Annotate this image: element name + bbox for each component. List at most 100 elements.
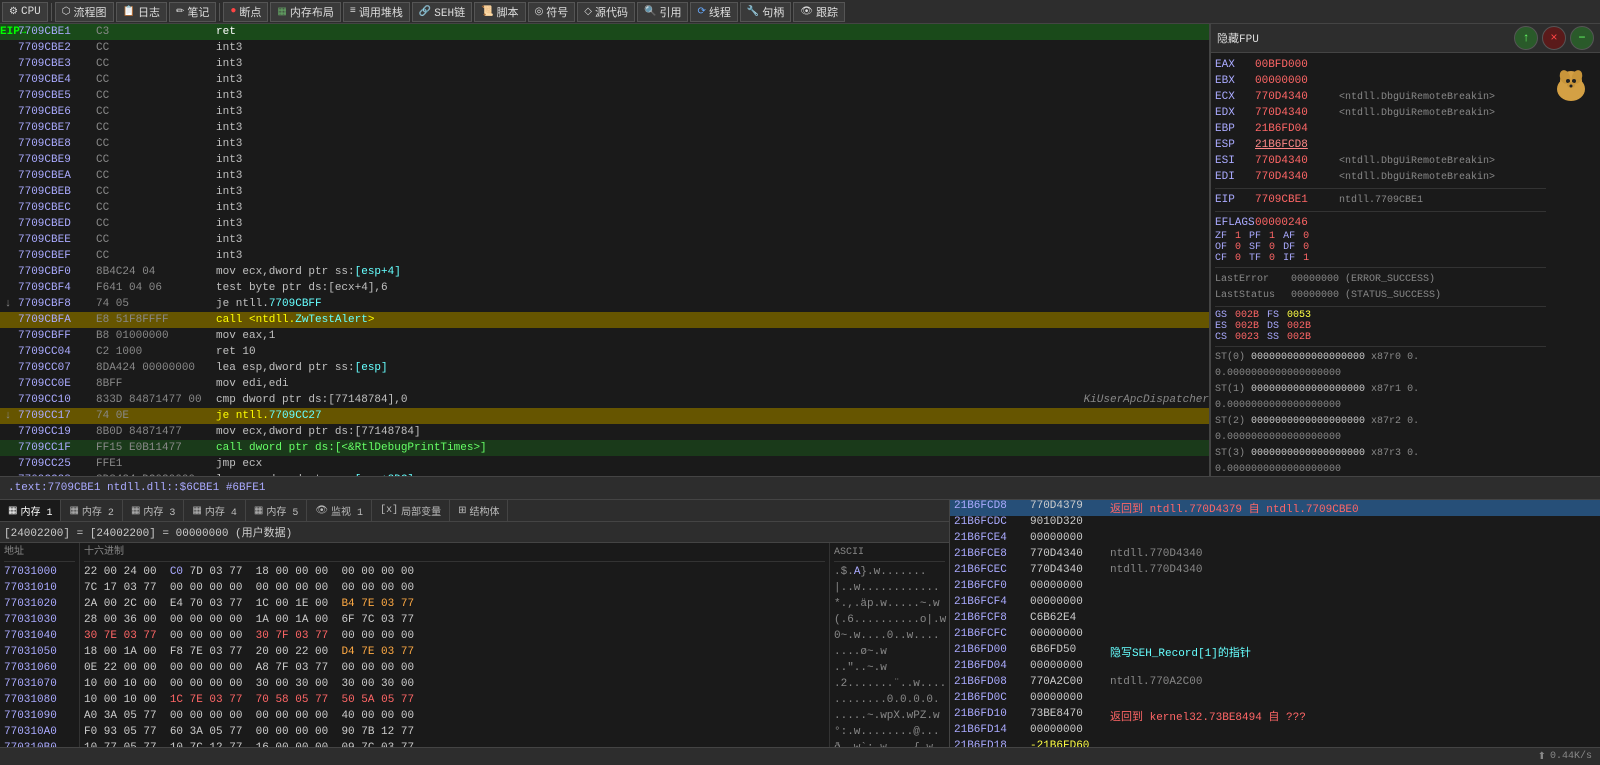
reg-sep-3 (1215, 267, 1546, 268)
mem-addr-0[interactable]: 77031000 (4, 564, 75, 580)
disasm-row-22[interactable]: 7709CC0E 8BFF mov edi,edi (0, 376, 1209, 392)
reg-close-btn[interactable]: × (1542, 26, 1566, 50)
disasm-row-10[interactable]: 7709CBEB CC int3 (0, 184, 1209, 200)
tb-callstack[interactable]: ≡ 调用堆栈 (343, 2, 410, 22)
tb-source[interactable]: ◇ 源代码 (577, 2, 635, 22)
disasm-row-28[interactable]: 7709CC28 8D8424 DC020000 lea eax,dword p… (0, 472, 1209, 476)
reg-val-esp[interactable]: 21B6FCD8 (1255, 139, 1335, 151)
stack-row-highlight[interactable]: 21B6FCD8 770D4379 返回到 ntdll.770D4379 自 n… (950, 500, 1600, 516)
disasm-row-21[interactable]: 7709CC07 8DA424 00000000 lea esp,dword p… (0, 360, 1209, 376)
disasm-row-18[interactable]: 7709CBFA E8 51F8FFFF call <ntdll.ZwTestA… (0, 312, 1209, 328)
stack-row-6[interactable]: 21B6FCF4 00000000 (950, 596, 1600, 612)
disasm-row-2[interactable]: 7709CBE3 CC int3 (0, 56, 1209, 72)
mem-tab-locals[interactable]: [x] 局部变量 (372, 500, 450, 521)
tb-script[interactable]: 📜 脚本 (474, 2, 525, 22)
mem-addr-1[interactable]: 77031010 (4, 580, 75, 596)
mem-tab-4[interactable]: ▦ 内存 4 (184, 500, 245, 521)
tb-notes[interactable]: ✏ 笔记 (169, 2, 216, 22)
stack-row-4[interactable]: 21B6FCEC 770D4340 ntdll.770D4340 (950, 564, 1600, 580)
mem-addr-6[interactable]: 77031060 (4, 660, 75, 676)
mem-tab-2[interactable]: ▦ 内存 2 (61, 500, 122, 521)
mem-addr-10[interactable]: 770310A0 (4, 724, 75, 740)
disasm-row-1[interactable]: 7709CBE2 CC int3 (0, 40, 1209, 56)
disasm-row-15[interactable]: 7709CBF0 8B4C24 04 mov ecx,dword ptr ss:… (0, 264, 1209, 280)
reg-val-edi[interactable]: 770D4340 (1255, 171, 1335, 183)
reg-val-eflags[interactable]: 00000246 (1255, 217, 1335, 229)
disasm-row-8[interactable]: 7709CBE9 CC int3 (0, 152, 1209, 168)
disasm-row-3[interactable]: 7709CBE4 CC int3 (0, 72, 1209, 88)
disasm-row-12[interactable]: 7709CBED CC int3 (0, 216, 1209, 232)
stack-row-9[interactable]: 21B6FD00 6B6FD50 隐写SEH_Record[1]的指针 (950, 644, 1600, 660)
stack-row-5[interactable]: 21B6FCF0 00000000 (950, 580, 1600, 596)
disasm-row-4[interactable]: 7709CBE5 CC int3 (0, 88, 1209, 104)
disasm-row-11[interactable]: 7709CBEC CC int3 (0, 200, 1209, 216)
reg-val-ecx[interactable]: 770D4340 (1255, 91, 1335, 103)
stack-row-8[interactable]: 21B6FCFC 00000000 (950, 628, 1600, 644)
mem-addr-8[interactable]: 77031080 (4, 692, 75, 708)
disasm-row-24[interactable]: ↓ 7709CC17 74 0E je ntll.7709CC27 (0, 408, 1209, 424)
tb-memory-layout[interactable]: ▦ 内存布局 (270, 2, 340, 22)
mem-addr-col: 地址 77031000 77031010 77031020 77031030 7… (0, 543, 80, 747)
reg-val-eax[interactable]: 00BFD000 (1255, 59, 1335, 71)
mem-addr-5[interactable]: 77031050 (4, 644, 75, 660)
disasm-row-26[interactable]: 7709CC1F FF15 E0B11477 call dword ptr ds… (0, 440, 1209, 456)
tb-log[interactable]: 📋 日志 (116, 2, 167, 22)
mem-tab-struct[interactable]: ⊞ 结构体 (450, 500, 508, 521)
disasm-row-eip[interactable]: EIP→ 7709CBE1 C3 ret (0, 24, 1209, 40)
disasm-row-14[interactable]: 7709CBEF CC int3 (0, 248, 1209, 264)
reg-val-eip[interactable]: 7709CBE1 (1255, 194, 1335, 206)
tb-trace[interactable]: 👁 跟踪 (793, 2, 845, 22)
reg-val-ebp[interactable]: 21B6FD04 (1255, 123, 1335, 135)
stack-content[interactable]: 21B6FCD8 770D4379 返回到 ntdll.770D4379 自 n… (950, 500, 1600, 747)
reg-panel-label: 隐藏FPU (1217, 30, 1259, 46)
reg-fpu-toggle-btn[interactable]: ↑ (1514, 26, 1538, 50)
stack-row-13[interactable]: 21B6FD10 73BE8470 返回到 kernel32.73BE8494 … (950, 708, 1600, 724)
tb-breakpoints[interactable]: ● 断点 (223, 2, 268, 22)
stack-row-2[interactable]: 21B6FCE4 00000000 (950, 532, 1600, 548)
stack-row-3[interactable]: 21B6FCE8 770D4340 ntdll.770D4340 (950, 548, 1600, 564)
disasm-row-16[interactable]: 7709CBF4 F641 04 06 test byte ptr ds:[ec… (0, 280, 1209, 296)
mem-addr-3[interactable]: 77031030 (4, 612, 75, 628)
mem-addr-7[interactable]: 77031070 (4, 676, 75, 692)
tb-symbols[interactable]: ◎ 符号 (528, 2, 576, 22)
stack-row-10[interactable]: 21B6FD04 00000000 (950, 660, 1600, 676)
tb-seh[interactable]: 🔗 SEH链 (412, 2, 472, 22)
stack-row-11[interactable]: 21B6FD08 770A2C00 ntdll.770A2C00 (950, 676, 1600, 692)
disasm-row-19[interactable]: 7709CBFF B8 01000000 mov eax,1 (0, 328, 1209, 344)
tb-flowchart[interactable]: ⬡ 流程图 (55, 2, 114, 22)
mem-tab-1[interactable]: ▦ 内存 1 (0, 500, 61, 522)
mem-tab-5[interactable]: ▦ 内存 5 (246, 500, 307, 521)
disasm-table[interactable]: EIP→ 7709CBE1 C3 ret 7709CBE2 CC int3 77… (0, 24, 1209, 476)
reg-val-esi[interactable]: 770D4340 (1255, 155, 1335, 167)
stack-row-7[interactable]: 21B6FCF8 C6B62E4 (950, 612, 1600, 628)
disasm-row-17[interactable]: ↓ 7709CBF8 74 05 je ntll.7709CBFF (0, 296, 1209, 312)
disasm-row-13[interactable]: 7709CBEE CC int3 (0, 232, 1209, 248)
tb-refs[interactable]: 🔍 引用 (637, 2, 688, 22)
mem-addr-9[interactable]: 77031090 (4, 708, 75, 724)
tb-cpu[interactable]: ⚙ CPU (2, 2, 48, 22)
breakpoint-icon: ● (230, 6, 236, 17)
stack-row-12[interactable]: 21B6FD0C 00000000 (950, 692, 1600, 708)
mem-addr-11[interactable]: 770310B0 (4, 740, 75, 747)
mem-tab-3[interactable]: ▦ 内存 3 (123, 500, 184, 521)
mem-tab-watch1[interactable]: 👁 监视 1 (307, 500, 372, 521)
mem-addr-4[interactable]: 77031040 (4, 628, 75, 644)
disasm-row-27[interactable]: 7709CC25 FFE1 jmp ecx (0, 456, 1209, 472)
tb-handles[interactable]: 🔧 句柄 (740, 2, 791, 22)
stack-row-1[interactable]: 21B6FCDC 9010D320 (950, 516, 1600, 532)
disasm-row-6[interactable]: 7709CBE7 CC int3 (0, 120, 1209, 136)
tb-threads[interactable]: ⟳ 线程 (690, 2, 737, 22)
stack-row-15[interactable]: 21B6FD18 -21B6FD60 (950, 740, 1600, 747)
disasm-row-20[interactable]: 7709CC04 C2 1000 ret 10 (0, 344, 1209, 360)
stack-row-14[interactable]: 21B6FD14 00000000 (950, 724, 1600, 740)
disasm-row-23[interactable]: 7709CC10 833D 84871477 00 cmp dword ptr … (0, 392, 1209, 408)
mem-addr-2[interactable]: 77031020 (4, 596, 75, 612)
disasm-row-9[interactable]: 7709CBEA CC int3 (0, 168, 1209, 184)
reg-segs-row-3: CS0023 SS002B (1215, 332, 1546, 343)
disasm-row-7[interactable]: 7709CBE8 CC int3 (0, 136, 1209, 152)
reg-val-ebx[interactable]: 00000000 (1255, 75, 1335, 87)
reg-val-edx[interactable]: 770D4340 (1255, 107, 1335, 119)
disasm-row-25[interactable]: 7709CC19 8B0D 84871477 mov ecx,dword ptr… (0, 424, 1209, 440)
disasm-row-5[interactable]: 7709CBE6 CC int3 (0, 104, 1209, 120)
reg-minimize-btn[interactable]: − (1570, 26, 1594, 50)
